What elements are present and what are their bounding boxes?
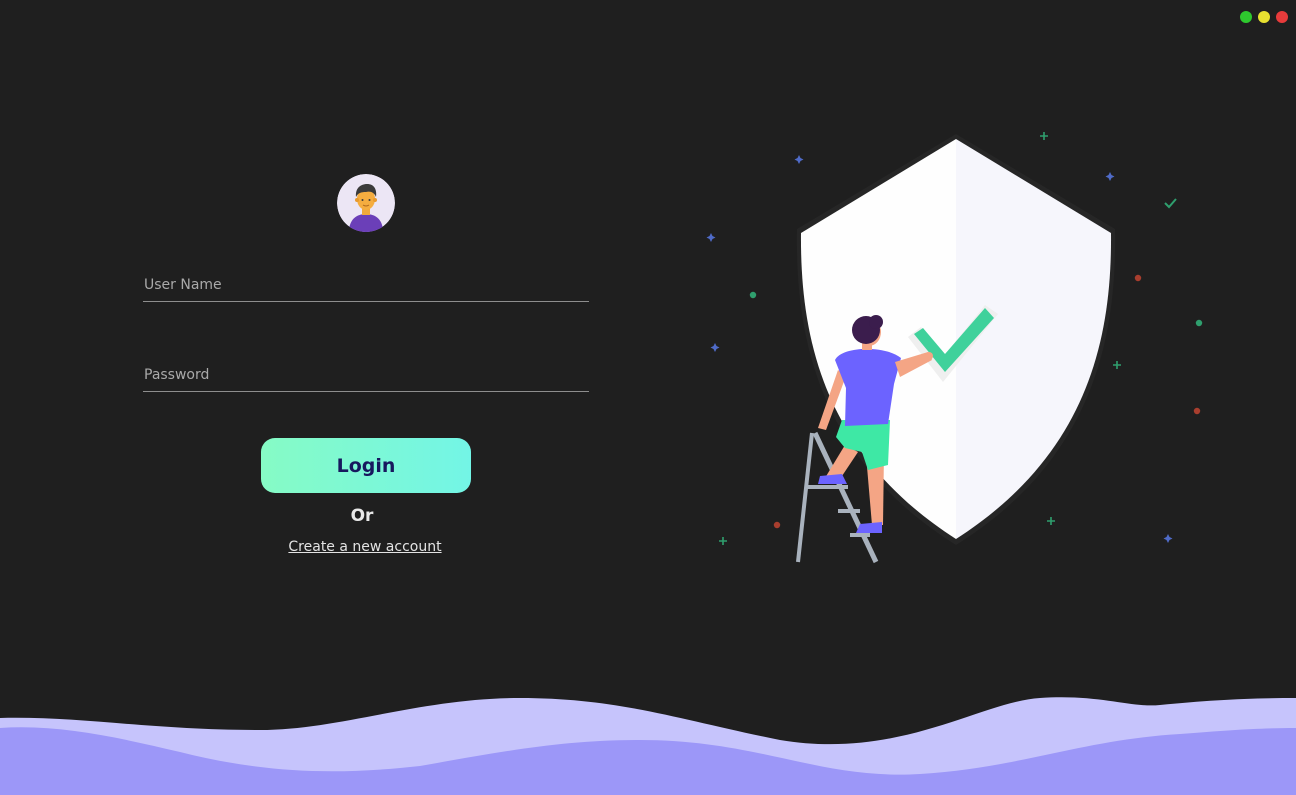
login-button[interactable]: Login	[261, 438, 471, 493]
or-separator-label: Or	[350, 506, 374, 526]
user-avatar-icon	[337, 174, 395, 232]
username-input[interactable]	[143, 268, 589, 302]
window-controls	[1240, 11, 1288, 23]
wave-decoration	[0, 697, 1296, 795]
close-button[interactable]	[1276, 11, 1288, 23]
minimize-button[interactable]	[1240, 11, 1252, 23]
login-window: Login Or Create a new account	[0, 0, 1296, 795]
maximize-button[interactable]	[1258, 11, 1270, 23]
shield-illustration	[706, 132, 1203, 564]
create-account-link[interactable]: Create a new account	[265, 539, 465, 555]
password-input[interactable]	[143, 358, 589, 392]
